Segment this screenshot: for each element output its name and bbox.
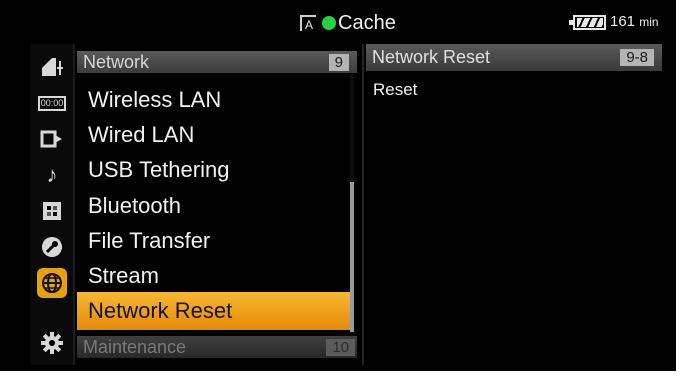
tool-icon[interactable]: [37, 232, 67, 262]
thumbnail-icon-shape: [43, 202, 61, 220]
detail-page-badge: 9-8: [620, 49, 654, 66]
media-slot-icon: A: [300, 15, 316, 32]
next-category-header[interactable]: Maintenance 10: [77, 336, 357, 358]
timecode-icon[interactable]: 00:00: [37, 88, 67, 118]
menu-item-wired-lan[interactable]: Wired LAN: [88, 121, 194, 149]
detail-panel: Network Reset 9-8 Reset: [362, 44, 664, 365]
menu-category-header[interactable]: Network 9: [77, 51, 357, 73]
output-icon[interactable]: [37, 124, 67, 154]
menu-item-file-transfer[interactable]: File Transfer: [88, 227, 210, 255]
menu-item-network-reset[interactable]: Network Reset: [88, 297, 232, 325]
audio-icon[interactable]: ♪: [37, 160, 67, 190]
network-icon-shape: [42, 273, 62, 293]
camera-icon-shape: [42, 58, 63, 76]
network-icon[interactable]: [37, 268, 67, 298]
maintenance-icon-shape: [41, 332, 63, 354]
status-bar: A Cache 161 min: [0, 0, 676, 42]
thumbnail-icon[interactable]: [37, 196, 67, 226]
detail-option-reset[interactable]: Reset: [373, 80, 417, 100]
timecode-icon-glyph: 00:00: [37, 95, 67, 111]
next-category-page-badge: 10: [326, 339, 355, 356]
menu-page-badge: 9: [328, 54, 349, 71]
battery-unit: min: [639, 15, 659, 29]
next-category-title: Maintenance: [83, 337, 187, 357]
battery-minutes: 161: [610, 13, 636, 30]
battery-remaining: 161 min: [610, 13, 659, 31]
battery-icon: [569, 15, 606, 30]
media-slot-glyph: A: [305, 18, 314, 32]
menu-item-wireless-lan[interactable]: Wireless LAN: [88, 86, 221, 114]
menu-item-bluetooth[interactable]: Bluetooth: [88, 192, 181, 220]
detail-title: Network Reset: [372, 47, 491, 67]
camera-icon[interactable]: [37, 52, 67, 82]
maintenance-icon[interactable]: [37, 328, 67, 358]
menu-item-usb-tethering[interactable]: USB Tethering: [88, 156, 229, 184]
tool-icon-shape: [42, 237, 62, 257]
menu-item-stream[interactable]: Stream: [88, 262, 159, 290]
detail-header: Network Reset 9-8: [366, 44, 662, 71]
menu-scrollbar-thumb[interactable]: [350, 182, 354, 332]
media-label: Cache: [338, 12, 396, 34]
audio-icon-glyph: ♪: [46, 162, 58, 187]
category-icon-column: 00:00 ♪: [31, 44, 73, 365]
status-dot-icon: [322, 16, 336, 30]
menu-list-panel: Network 9 Wireless LAN Wired LAN USB Tet…: [73, 44, 360, 365]
output-icon-shape: [40, 130, 62, 148]
menu-category-title: Network: [83, 52, 150, 72]
menu-scrollbar[interactable]: [350, 74, 354, 332]
battery-level-fill: [577, 18, 603, 27]
camera-menu-screen: A Cache 161 min 00:00 ♪ Network 9 Wirele…: [0, 0, 676, 371]
